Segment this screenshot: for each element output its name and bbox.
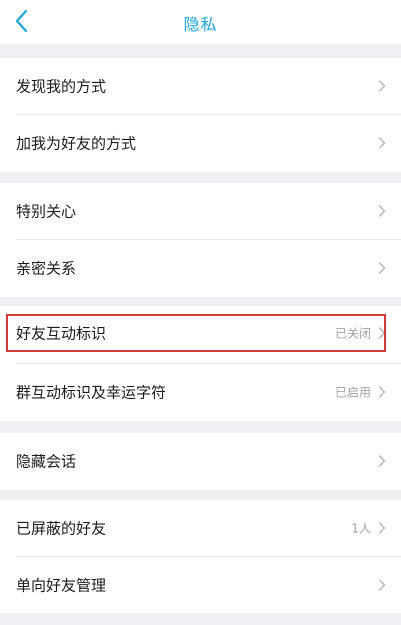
chevron-right-icon — [378, 522, 386, 535]
row-status-value: 已启用 — [334, 385, 371, 400]
row-add-friend-method[interactable]: 加我为好友的方式 — [0, 115, 401, 171]
row-label: 单向好友管理 — [16, 576, 107, 595]
row-hidden-chats[interactable]: 隐藏会话 — [0, 433, 401, 489]
row-intimate-relationship[interactable]: 亲密关系 — [0, 240, 401, 296]
chevron-right-icon — [378, 262, 386, 275]
row-blocked-friends[interactable]: 已屏蔽的好友 1人 — [0, 500, 401, 556]
chevron-right-icon — [378, 137, 386, 150]
row-label: 已屏蔽的好友 — [16, 519, 107, 538]
row-label: 群互动标识及幸运字符 — [16, 383, 167, 402]
chevron-right-icon — [378, 205, 386, 218]
chevron-right-icon — [378, 579, 386, 592]
privacy-group-discovery: 发现我的方式 加我为好友的方式 — [0, 58, 401, 172]
nav-header: 隐私 — [0, 0, 401, 44]
row-discovery-method[interactable]: 发现我的方式 — [0, 58, 401, 114]
row-label: 特别关心 — [16, 202, 77, 221]
chevron-right-icon — [378, 327, 386, 340]
chevron-right-icon — [378, 80, 386, 93]
row-special-care[interactable]: 特别关心 — [0, 183, 401, 239]
row-one-way-friends[interactable]: 单向好友管理 — [0, 557, 401, 613]
row-friend-interaction-marks[interactable]: 好友互动标识 已关闭 — [0, 306, 401, 360]
row-label: 好友互动标识 — [16, 324, 107, 343]
privacy-group-interaction-marks: 好友互动标识 已关闭 群互动标识及幸运字符 已启用 — [0, 306, 401, 421]
row-group-interaction-lucky-chars[interactable]: 群互动标识及幸运字符 已启用 — [0, 364, 401, 420]
row-label: 加我为好友的方式 — [16, 134, 137, 153]
page-title: 隐私 — [183, 15, 218, 34]
privacy-group-blocked: 已屏蔽的好友 1人 单向好友管理 — [0, 500, 401, 613]
chevron-right-icon — [378, 455, 386, 468]
row-status-value: 已关闭 — [334, 326, 371, 341]
row-count-value: 1人 — [351, 521, 371, 536]
row-label: 发现我的方式 — [16, 77, 107, 96]
row-label: 隐藏会话 — [16, 452, 77, 471]
chevron-right-icon — [378, 386, 386, 399]
row-label: 亲密关系 — [16, 259, 77, 278]
privacy-group-relationships: 特别关心 亲密关系 — [0, 183, 401, 297]
privacy-group-hidden-chats: 隐藏会话 — [0, 433, 401, 490]
